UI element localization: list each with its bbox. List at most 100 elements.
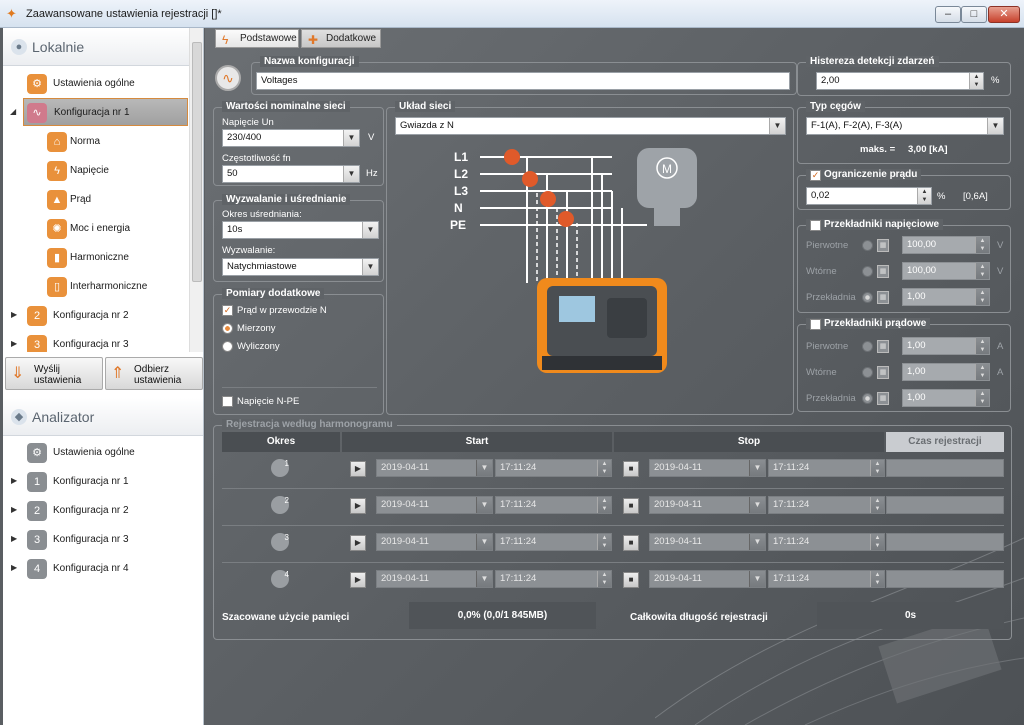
- stop-button[interactable]: ■: [623, 461, 639, 477]
- ct-secondary-radio[interactable]: [862, 367, 873, 378]
- analyzer-config-3[interactable]: ▶ 3 Konfiguracja nr 3: [11, 526, 188, 554]
- chevron-down-icon[interactable]: ▼: [476, 571, 492, 587]
- stop-date-input[interactable]: 2019-04-11 ▼: [649, 459, 766, 477]
- calculator-icon[interactable]: ▦: [877, 366, 889, 379]
- vt-ratio-input[interactable]: 1,00 ▲ ▼: [902, 288, 990, 306]
- expand-arrow-icon[interactable]: ▶: [11, 534, 17, 543]
- calculator-icon[interactable]: ▦: [877, 265, 889, 278]
- tree-item-harmonics[interactable]: ▮ Harmoniczne: [43, 244, 188, 272]
- start-play-button[interactable]: ▶: [350, 535, 366, 551]
- spinner-icon[interactable]: ▲ ▼: [975, 263, 989, 279]
- tree-scrollbar[interactable]: [189, 28, 203, 352]
- chevron-down-icon[interactable]: ▼: [749, 497, 765, 513]
- tree-item-current[interactable]: ▲ Prąd: [43, 186, 188, 214]
- spinner-icon[interactable]: ▲ ▼: [975, 390, 989, 406]
- maximize-button[interactable]: □: [961, 6, 987, 23]
- tree-item-norm[interactable]: ⌂ Norma: [43, 128, 188, 156]
- vt-primary-input[interactable]: 100,00 ▲ ▼: [902, 236, 990, 254]
- collapse-arrow-icon[interactable]: ◢: [10, 107, 16, 116]
- stop-date-input[interactable]: 2019-04-11 ▼: [649, 533, 766, 551]
- start-time-input[interactable]: 17:11:24 ▲ ▼: [495, 533, 612, 551]
- vt-secondary-input[interactable]: 100,00 ▲ ▼: [902, 262, 990, 280]
- spinner-icon[interactable]: ▲ ▼: [870, 460, 884, 476]
- start-time-input[interactable]: 17:11:24 ▲ ▼: [495, 459, 612, 477]
- expand-arrow-icon[interactable]: ▶: [11, 310, 17, 319]
- spinner-icon[interactable]: ▲ ▼: [975, 237, 989, 253]
- clamp-type-select[interactable]: F-1(A), F-2(A), F-3(A) ▼: [806, 117, 1004, 135]
- vt-ratio-radio[interactable]: [862, 292, 873, 303]
- current-transformers-checkbox[interactable]: [810, 319, 821, 330]
- stop-button[interactable]: ■: [623, 572, 639, 588]
- ct-primary-radio[interactable]: [862, 341, 873, 352]
- expand-arrow-icon[interactable]: ▶: [11, 563, 17, 572]
- tree-item-config-2[interactable]: ▶ 2 Konfiguracja nr 2: [11, 302, 188, 330]
- stop-time-input[interactable]: 17:11:24 ▲ ▼: [768, 533, 885, 551]
- tree-item-general-settings[interactable]: ⚙ Ustawienia ogólne: [23, 70, 188, 98]
- close-button[interactable]: ✕: [988, 6, 1020, 23]
- nominal-voltage-select[interactable]: 230/400 ▼: [222, 129, 360, 147]
- analyzer-config-2[interactable]: ▶ 2 Konfiguracja nr 2: [11, 497, 188, 525]
- stop-button[interactable]: ■: [623, 535, 639, 551]
- scrollbar-thumb[interactable]: [192, 42, 202, 282]
- analyzer-general-settings[interactable]: ⚙ Ustawienia ogólne: [23, 439, 188, 467]
- start-date-input[interactable]: 2019-04-11 ▼: [376, 533, 493, 551]
- chevron-down-icon[interactable]: ▼: [476, 460, 492, 476]
- start-time-input[interactable]: 17:11:24 ▲ ▼: [495, 570, 612, 588]
- stop-time-input[interactable]: 17:11:24 ▲ ▼: [768, 570, 885, 588]
- spinner-icon[interactable]: ▲ ▼: [597, 571, 611, 587]
- vt-secondary-radio[interactable]: [862, 266, 873, 277]
- chevron-down-icon[interactable]: ▼: [476, 497, 492, 513]
- current-limit-checkbox[interactable]: ✓: [810, 170, 821, 181]
- chevron-down-icon[interactable]: ▼: [749, 534, 765, 550]
- spinner-icon[interactable]: ▲ ▼: [870, 534, 884, 550]
- chevron-down-icon[interactable]: ▼: [343, 166, 359, 182]
- config-name-input[interactable]: Voltages: [256, 72, 790, 90]
- tree-item-config-3[interactable]: ▶ 3 Konfiguracja nr 3: [11, 331, 188, 352]
- receive-settings-button[interactable]: ⇑ Odbierz ustawienia: [105, 357, 203, 390]
- chevron-down-icon[interactable]: ▼: [476, 534, 492, 550]
- chevron-down-icon[interactable]: ▼: [343, 130, 359, 146]
- start-date-input[interactable]: 2019-04-11 ▼: [376, 570, 493, 588]
- analyzer-config-4[interactable]: ▶ 4 Konfiguracja nr 4: [11, 555, 188, 583]
- spinner-icon[interactable]: ▲ ▼: [969, 73, 983, 89]
- npe-voltage-checkbox[interactable]: [222, 396, 233, 407]
- chevron-down-icon[interactable]: ▼: [362, 259, 378, 275]
- calculator-icon[interactable]: ▦: [877, 340, 889, 353]
- current-limit-input[interactable]: 0,02 ▲ ▼: [806, 187, 932, 205]
- stop-button[interactable]: ■: [623, 498, 639, 514]
- tree-item-power[interactable]: ✺ Moc i energia: [43, 215, 188, 243]
- start-date-input[interactable]: 2019-04-11 ▼: [376, 459, 493, 477]
- chevron-down-icon[interactable]: ▼: [749, 460, 765, 476]
- expand-arrow-icon[interactable]: ▶: [11, 339, 17, 348]
- hysteresis-input[interactable]: 2,00 ▲ ▼: [816, 72, 984, 90]
- spinner-icon[interactable]: ▲ ▼: [870, 571, 884, 587]
- spinner-icon[interactable]: ▲ ▼: [917, 188, 931, 204]
- spinner-icon[interactable]: ▲ ▼: [975, 364, 989, 380]
- calculated-radio[interactable]: [222, 341, 233, 352]
- ct-ratio-radio[interactable]: [862, 393, 873, 404]
- stop-date-input[interactable]: 2019-04-11 ▼: [649, 570, 766, 588]
- measured-radio[interactable]: [222, 323, 233, 334]
- tree-item-interharmonics[interactable]: ▯ Interharmoniczne: [43, 273, 188, 301]
- tab-basic[interactable]: ϟ Podstawowe: [215, 29, 299, 48]
- start-time-input[interactable]: 17:11:24 ▲ ▼: [495, 496, 612, 514]
- neutral-current-checkbox[interactable]: ✓: [222, 305, 233, 316]
- chevron-down-icon[interactable]: ▼: [769, 118, 785, 134]
- start-play-button[interactable]: ▶: [350, 461, 366, 477]
- spinner-icon[interactable]: ▲ ▼: [975, 289, 989, 305]
- calculator-icon[interactable]: ▦: [877, 392, 889, 405]
- ct-ratio-input[interactable]: 1,00 ▲ ▼: [902, 389, 990, 407]
- vt-primary-radio[interactable]: [862, 240, 873, 251]
- minimize-button[interactable]: ‒: [935, 6, 961, 23]
- stop-date-input[interactable]: 2019-04-11 ▼: [649, 496, 766, 514]
- expand-arrow-icon[interactable]: ▶: [11, 476, 17, 485]
- tree-item-voltage[interactable]: ϟ Napięcie: [43, 157, 188, 185]
- spinner-icon[interactable]: ▲ ▼: [597, 460, 611, 476]
- send-settings-button[interactable]: ⇓ Wyślij ustawienia: [5, 357, 103, 390]
- spinner-icon[interactable]: ▲ ▼: [870, 497, 884, 513]
- start-play-button[interactable]: ▶: [350, 572, 366, 588]
- chevron-down-icon[interactable]: ▼: [362, 222, 378, 238]
- chevron-down-icon[interactable]: ▼: [749, 571, 765, 587]
- start-play-button[interactable]: ▶: [350, 498, 366, 514]
- start-date-input[interactable]: 2019-04-11 ▼: [376, 496, 493, 514]
